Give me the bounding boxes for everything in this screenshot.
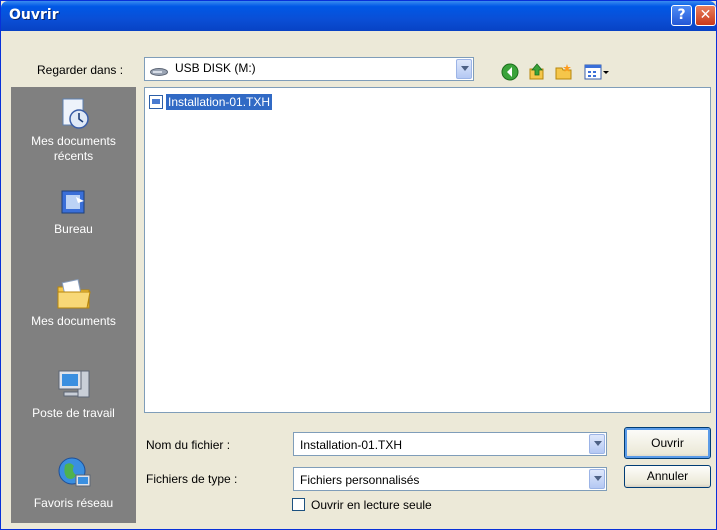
help-button[interactable]: ? <box>671 5 692 26</box>
places-bar: Mes documents récents Bureau Mes documen… <box>11 87 136 523</box>
open-button[interactable]: Ouvrir <box>624 427 711 459</box>
drive-icon <box>150 65 168 76</box>
look-in-select[interactable]: USB DISK (M:) <box>144 57 474 81</box>
place-recent-documents[interactable]: Mes documents récents <box>11 97 136 164</box>
place-my-documents[interactable]: Mes documents <box>11 277 136 329</box>
filetype-value: Fichiers personnalisés <box>300 473 420 487</box>
readonly-checkbox[interactable] <box>292 498 305 511</box>
list-item[interactable]: Installation-01.TXH <box>149 93 273 111</box>
filename-label: Nom du fichier : <box>146 438 231 452</box>
dialog-title: Ouvrir <box>9 7 59 23</box>
my-computer-icon <box>56 370 92 406</box>
place-label: Favoris réseau <box>33 496 114 510</box>
filetype-label: Fichiers de type : <box>146 472 238 486</box>
my-documents-icon <box>55 278 93 314</box>
chevron-down-icon[interactable] <box>589 469 605 489</box>
place-my-computer[interactable]: Poste de travail <box>11 365 136 421</box>
place-label: Mes documents récents <box>31 134 116 163</box>
title-bar[interactable]: Ouvrir ? ✕ <box>1 1 716 31</box>
file-list[interactable]: Installation-01.TXH <box>144 87 711 413</box>
close-button[interactable]: ✕ <box>695 5 716 26</box>
look-in-label: Regarder dans : <box>37 63 124 77</box>
network-places-icon <box>56 457 92 496</box>
file-name: Installation-01.TXH <box>166 94 273 110</box>
place-label: Bureau <box>54 222 93 236</box>
desktop-icon <box>58 190 90 222</box>
place-network[interactable]: Favoris réseau <box>11 455 136 511</box>
open-dialog: Ouvrir ? ✕ Regarder dans : USB DISK (M:)… <box>0 0 717 530</box>
filetype-select[interactable]: Fichiers personnalisés <box>293 467 607 491</box>
up-folder-icon[interactable] <box>528 63 546 81</box>
filename-input[interactable]: Installation-01.TXH <box>293 432 607 456</box>
place-label: Poste de travail <box>32 406 115 420</box>
filename-value: Installation-01.TXH <box>300 438 403 452</box>
chevron-down-icon[interactable] <box>589 434 605 454</box>
chevron-down-icon[interactable] <box>456 59 472 79</box>
recent-documents-icon <box>57 98 91 134</box>
readonly-label: Ouvrir en lecture seule <box>311 498 432 512</box>
cancel-button[interactable]: Annuler <box>624 465 711 488</box>
new-folder-icon[interactable] <box>555 63 573 81</box>
view-menu-icon[interactable] <box>584 63 610 81</box>
place-desktop[interactable]: Bureau <box>11 187 136 237</box>
back-icon[interactable] <box>501 63 519 81</box>
place-label: Mes documents <box>31 314 116 328</box>
file-icon <box>149 95 163 109</box>
look-in-value: USB DISK (M:) <box>175 61 256 75</box>
